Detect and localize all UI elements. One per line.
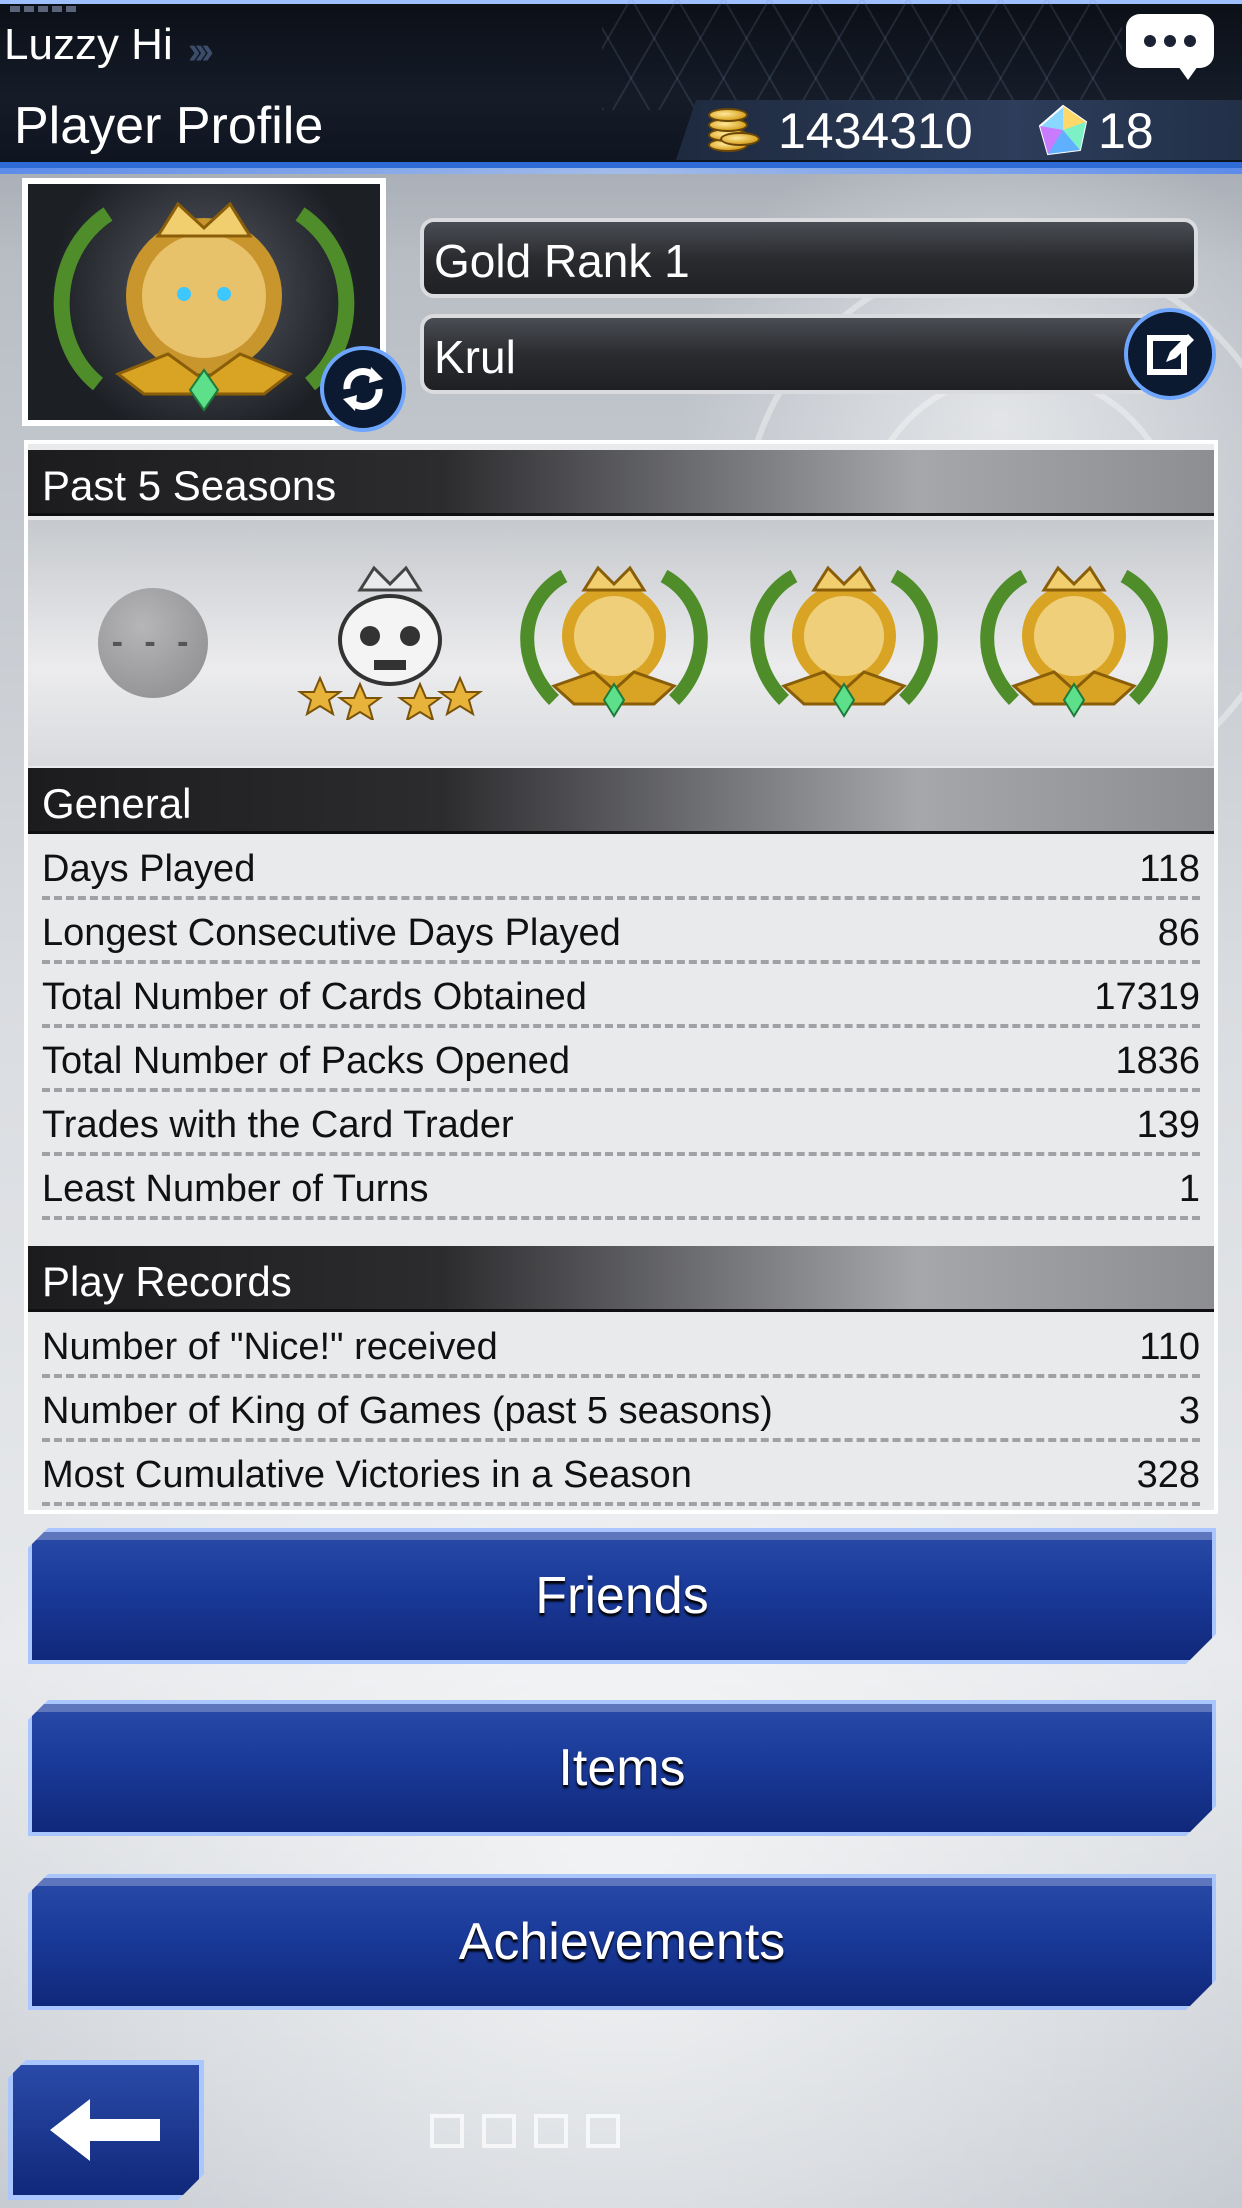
stat-value: 17319 bbox=[1094, 975, 1200, 1018]
stat-label: Most Cumulative Victories in a Season bbox=[42, 1453, 692, 1496]
stat-label: Least Number of Turns bbox=[42, 1167, 429, 1210]
stat-label: Number of "Nice!" received bbox=[42, 1325, 498, 1368]
stat-value: 3 bbox=[1178, 1389, 1200, 1432]
stat-row: Number of King of Games (past 5 seasons)… bbox=[42, 1378, 1200, 1442]
stat-value: 139 bbox=[1136, 1103, 1200, 1146]
user-name: Luzzy Hi bbox=[4, 20, 173, 69]
season-badges: - - - bbox=[28, 520, 1214, 766]
page-indicator bbox=[430, 2114, 620, 2148]
stat-row: Least Number of Turns 1 bbox=[42, 1156, 1200, 1220]
rank-field: Gold Rank 1 bbox=[420, 218, 1198, 298]
stat-value: 1836 bbox=[1115, 1039, 1200, 1082]
stats-panel: Past 5 Seasons - - - General Days Played… bbox=[24, 440, 1218, 1514]
stat-value: 118 bbox=[1139, 847, 1200, 890]
empty-season-badge: - - - bbox=[98, 588, 208, 698]
arrow-left-icon bbox=[46, 2095, 166, 2165]
back-button[interactable] bbox=[8, 2060, 204, 2200]
play-records-stats: Number of "Nice!" received 110 Number of … bbox=[28, 1314, 1214, 1506]
stat-label: Days Played bbox=[42, 847, 256, 890]
stat-row: Total Number of Packs Opened 1836 bbox=[42, 1028, 1200, 1092]
page-title: Player Profile bbox=[14, 97, 324, 155]
items-button[interactable]: Items bbox=[28, 1700, 1216, 1836]
stat-value: 110 bbox=[1139, 1325, 1200, 1368]
stat-row: Total Number of Cards Obtained 17319 bbox=[42, 964, 1200, 1028]
status-indicator bbox=[10, 6, 76, 12]
stat-row: Trades with the Card Trader 139 bbox=[42, 1092, 1200, 1156]
stat-value: 328 bbox=[1136, 1453, 1200, 1496]
edit-icon[interactable] bbox=[1124, 308, 1216, 400]
stat-row: Most Cumulative Victories in a Season 328 bbox=[42, 1442, 1200, 1506]
season-badge-crown-skull bbox=[290, 560, 490, 723]
refresh-icon[interactable] bbox=[320, 346, 406, 432]
season-badge-gold-lion bbox=[974, 560, 1174, 720]
season-badge-gold-lion bbox=[744, 560, 944, 720]
gem-amount: 18 bbox=[1098, 103, 1154, 159]
season-badge-gold-lion bbox=[514, 560, 714, 720]
stat-label: Total Number of Packs Opened bbox=[42, 1039, 571, 1082]
gold-coin-icon bbox=[700, 102, 760, 158]
chevron-right-icon: ››› bbox=[188, 30, 214, 72]
achievements-button[interactable]: Achievements bbox=[28, 1874, 1216, 2010]
stat-label: Longest Consecutive Days Played bbox=[42, 911, 621, 954]
play-records-header: Play Records bbox=[28, 1246, 1214, 1312]
stat-label: Number of King of Games (past 5 seasons) bbox=[42, 1389, 773, 1432]
stat-row: Longest Consecutive Days Played 86 bbox=[42, 900, 1200, 964]
stat-label: Total Number of Cards Obtained bbox=[42, 975, 587, 1018]
friends-button[interactable]: Friends bbox=[28, 1528, 1216, 1664]
player-name-field: Krul bbox=[420, 314, 1198, 394]
stat-row: Days Played 118 bbox=[42, 836, 1200, 900]
general-stats: Days Played 118 Longest Consecutive Days … bbox=[28, 836, 1214, 1220]
stat-row: Number of "Nice!" received 110 bbox=[42, 1314, 1200, 1378]
gem-icon bbox=[1036, 104, 1090, 158]
stat-value: 1 bbox=[1178, 1167, 1200, 1210]
seasons-header: Past 5 Seasons bbox=[28, 450, 1214, 516]
stat-value: 86 bbox=[1157, 911, 1200, 954]
hex-decoration bbox=[602, 0, 1122, 110]
stat-label: Trades with the Card Trader bbox=[42, 1103, 514, 1146]
gold-amount: 1434310 bbox=[778, 103, 973, 159]
general-header: General bbox=[28, 768, 1214, 834]
chat-icon[interactable] bbox=[1126, 14, 1214, 80]
top-bar: Luzzy Hi ››› Player Profile 1434310 18 bbox=[0, 0, 1242, 174]
